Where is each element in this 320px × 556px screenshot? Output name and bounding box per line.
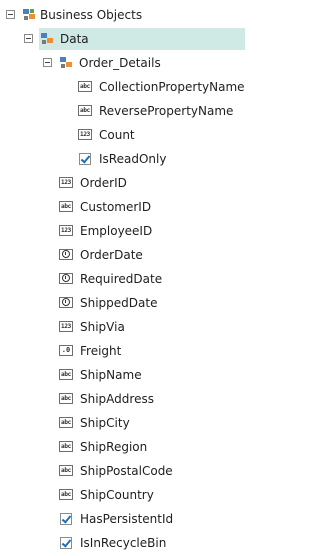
string-type-icon: abc [59, 489, 73, 500]
collapse-toggle-icon[interactable] [6, 10, 15, 19]
tree-leaf-label: Freight [80, 344, 122, 358]
tree-leaf-label: ShipCountry [80, 488, 154, 502]
tree-leaf-label: CollectionPropertyName [99, 80, 245, 94]
string-type-icon: abc [59, 393, 73, 404]
tree-leaf-requireddate[interactable]: RequiredDate [0, 268, 245, 290]
tree-leaf-label: ShipRegion [80, 440, 148, 454]
collapse-toggle-icon[interactable] [24, 34, 33, 43]
tree-leaf-label: ShippedDate [80, 296, 158, 310]
tree-leaf-label: OrderID [80, 176, 127, 190]
tree-leaf-shipaddress[interactable]: abc ShipAddress [0, 388, 245, 410]
collapse-toggle-icon[interactable] [43, 58, 52, 67]
tree-leaf-shipregion[interactable]: abc ShipRegion [0, 436, 245, 458]
tree-leaf-label: OrderDate [80, 248, 143, 262]
tree-node-order-details[interactable]: Order_Details [0, 52, 245, 74]
tree-leaf-label: ShipPostalCode [80, 464, 173, 478]
tree-leaf-label: ShipName [80, 368, 142, 382]
string-type-icon: abc [78, 81, 92, 92]
tree-leaf-freight[interactable]: .0 Freight [0, 340, 245, 362]
integer-type-icon: 123 [59, 321, 73, 332]
boolean-type-icon [60, 513, 72, 525]
tree-leaf-collectionpropertyname[interactable]: abc CollectionPropertyName [0, 76, 245, 98]
tree-leaf-shippeddate[interactable]: ShippedDate [0, 292, 245, 314]
datetime-type-icon [59, 249, 73, 260]
decimal-type-icon: .0 [59, 345, 73, 356]
business-objects-tree: Business Objects Data Order_Details abc [0, 0, 245, 556]
tree-leaf-isinrecyclebin[interactable]: IsInRecycleBin [0, 532, 245, 554]
tree-node-label: Order_Details [79, 56, 161, 70]
datetime-type-icon [59, 273, 73, 284]
business-objects-icon [22, 8, 36, 22]
tree-leaf-isreadonly[interactable]: IsReadOnly [0, 148, 245, 170]
tree-leaf-customerid[interactable]: abc CustomerID [0, 196, 245, 218]
integer-type-icon: 123 [59, 177, 73, 188]
entity-icon [59, 56, 73, 70]
tree-node-data[interactable]: Data [0, 28, 245, 50]
tree-leaf-label: EmployeeID [80, 224, 153, 238]
tree-leaf-label: IsInRecycleBin [80, 536, 167, 550]
tree-leaf-label: ShipCity [80, 416, 130, 430]
string-type-icon: abc [59, 201, 73, 212]
tree-leaf-label: CustomerID [80, 200, 152, 214]
entity-icon [40, 32, 54, 46]
tree-leaf-orderid[interactable]: 123 OrderID [0, 172, 245, 194]
string-type-icon: abc [59, 417, 73, 428]
tree-leaf-label: IsReadOnly [99, 152, 167, 166]
string-type-icon: abc [59, 369, 73, 380]
string-type-icon: abc [59, 441, 73, 452]
integer-type-icon: 123 [59, 225, 73, 236]
tree-leaf-label: ShipVia [80, 320, 125, 334]
tree-leaf-label: HasPersistentId [80, 512, 174, 526]
tree-leaf-label: ShipAddress [80, 392, 154, 406]
tree-leaf-orderdate[interactable]: OrderDate [0, 244, 245, 266]
tree-leaf-reversepropertyname[interactable]: abc ReversePropertyName [0, 100, 245, 122]
tree-leaf-shipcountry[interactable]: abc ShipCountry [0, 484, 245, 506]
tree-node-label: Business Objects [40, 8, 143, 22]
tree-node-business-objects[interactable]: Business Objects [0, 4, 245, 26]
tree-leaf-label: ReversePropertyName [99, 104, 234, 118]
boolean-type-icon [79, 153, 91, 165]
tree-leaf-haspersistentid[interactable]: HasPersistentId [0, 508, 245, 530]
tree-leaf-shippostalcode[interactable]: abc ShipPostalCode [0, 460, 245, 482]
integer-type-icon: 123 [78, 129, 92, 140]
tree-leaf-label: RequiredDate [80, 272, 163, 286]
boolean-type-icon [60, 537, 72, 549]
tree-leaf-shipvia[interactable]: 123 ShipVia [0, 316, 245, 338]
tree-node-label: Data [60, 32, 89, 46]
string-type-icon: abc [59, 465, 73, 476]
tree-leaf-label: Count [99, 128, 135, 142]
string-type-icon: abc [78, 105, 92, 116]
tree-leaf-shipcity[interactable]: abc ShipCity [0, 412, 245, 434]
tree-leaf-shipname[interactable]: abc ShipName [0, 364, 245, 386]
tree-leaf-count[interactable]: 123 Count [0, 124, 245, 146]
datetime-type-icon [59, 297, 73, 308]
tree-leaf-employeeid[interactable]: 123 EmployeeID [0, 220, 245, 242]
